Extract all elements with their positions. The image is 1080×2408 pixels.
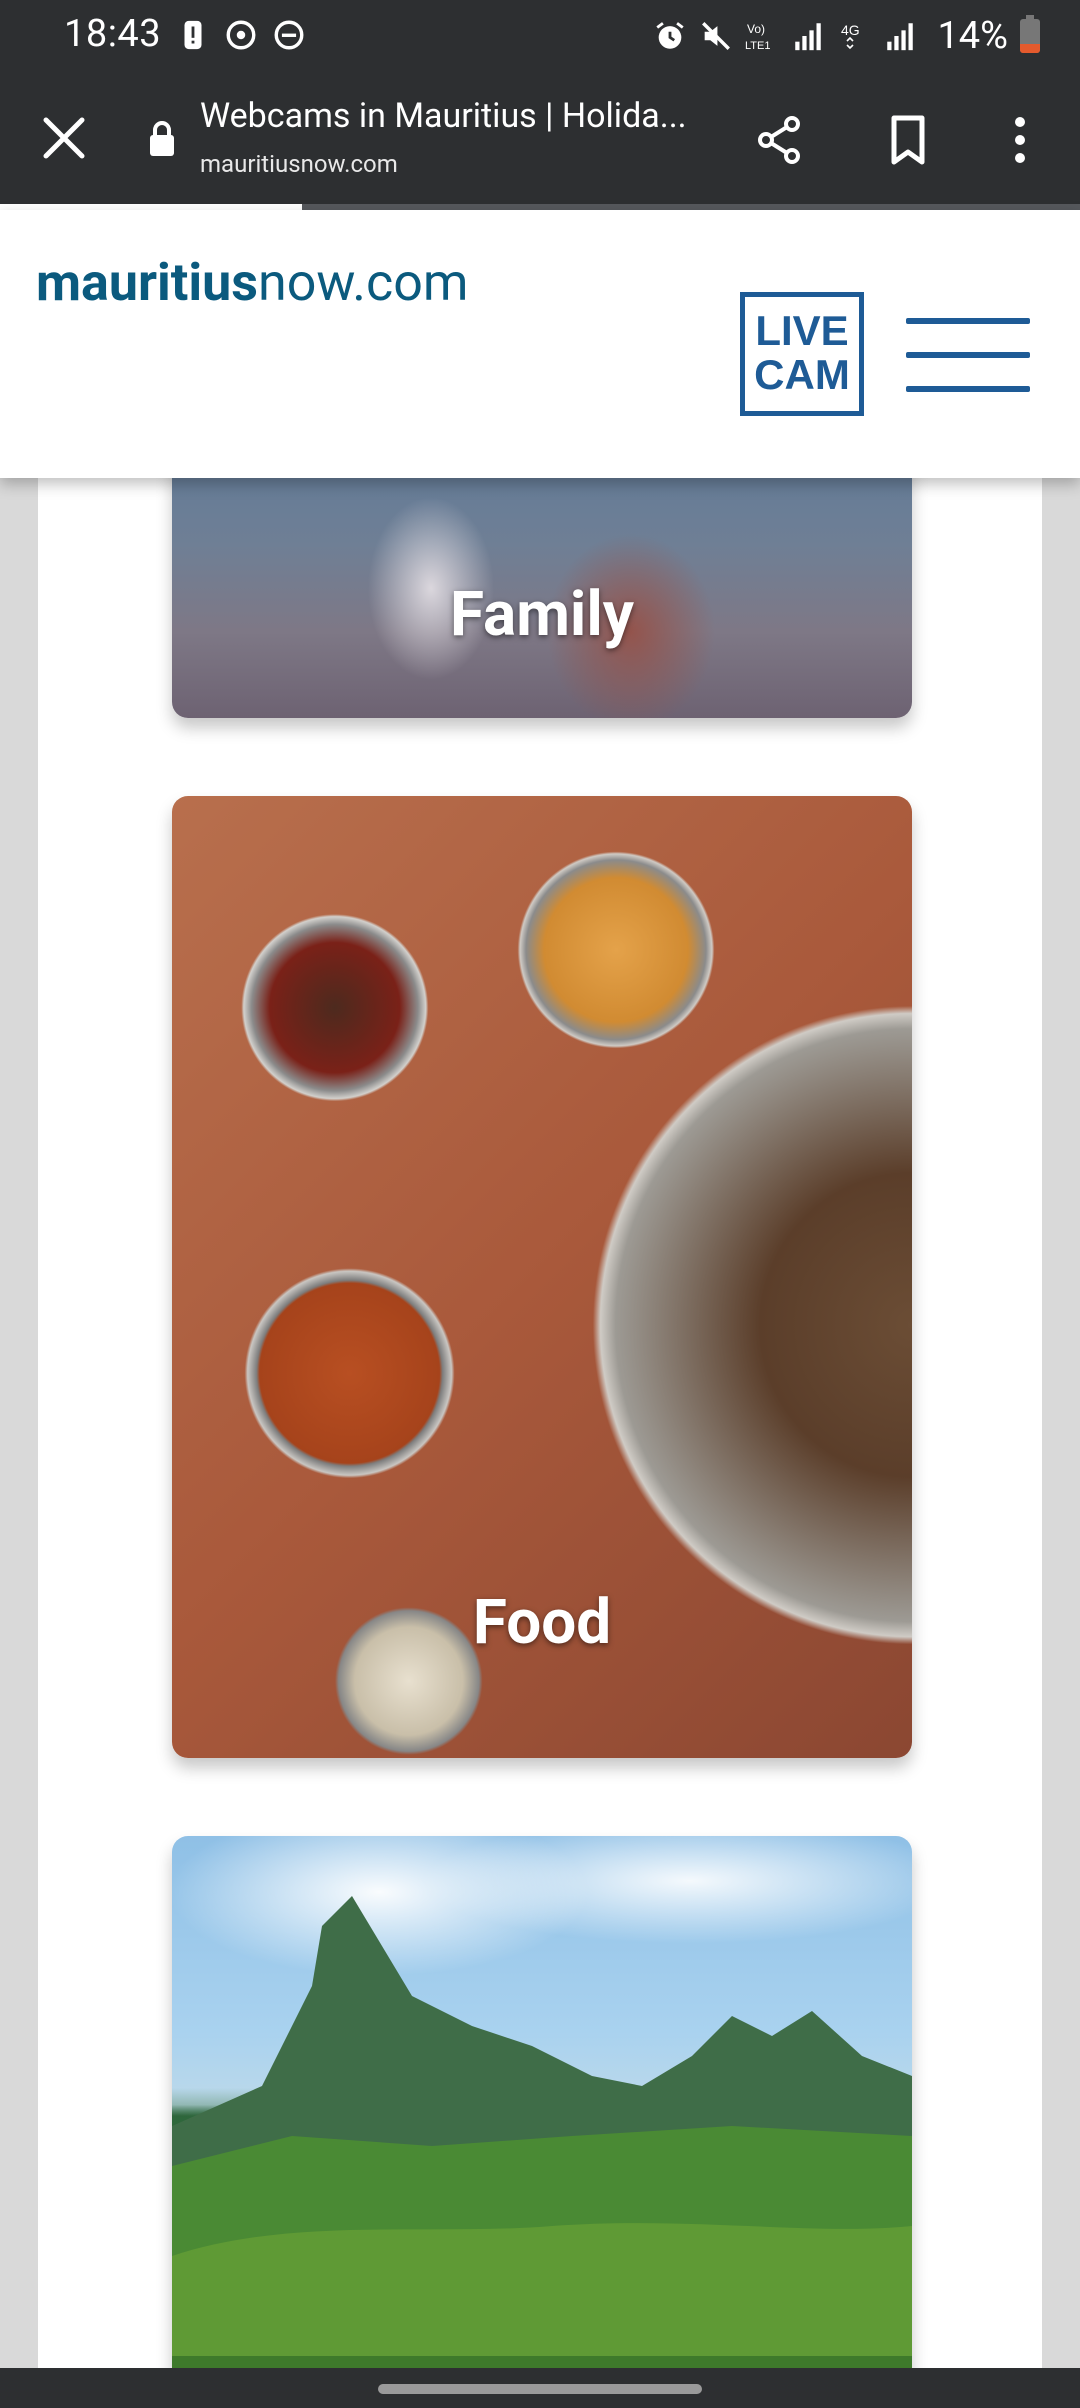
battery-icon bbox=[1020, 15, 1040, 53]
system-nav-bar bbox=[0, 2368, 1080, 2408]
livecam-line2: CAM bbox=[754, 351, 850, 398]
status-icons-left bbox=[176, 18, 306, 52]
hamburger-menu-icon[interactable] bbox=[906, 318, 1030, 398]
svg-text:Vo): Vo) bbox=[747, 22, 765, 36]
card-food[interactable]: Food bbox=[172, 796, 912, 1758]
status-bar: 18:43 Vo) LTE1 4G 14% bbox=[0, 0, 1080, 74]
browser-toolbar: Webcams in Mauritius | Holida... mauriti… bbox=[0, 74, 1080, 208]
gesture-handle[interactable] bbox=[378, 2384, 702, 2394]
battery-percent: 14% bbox=[937, 14, 1008, 58]
page-url[interactable]: mauritiusnow.com bbox=[200, 150, 398, 178]
more-options-icon[interactable] bbox=[1000, 112, 1040, 168]
signal-icon bbox=[791, 19, 825, 53]
svg-text:LTE1: LTE1 bbox=[745, 40, 770, 52]
signal-icon bbox=[883, 19, 917, 53]
card-label: Family bbox=[450, 578, 634, 651]
share-icon[interactable] bbox=[752, 112, 808, 168]
status-time: 18:43 bbox=[64, 12, 162, 56]
close-icon[interactable] bbox=[36, 110, 92, 166]
4g-icon: 4G bbox=[837, 19, 871, 53]
svg-text:4G: 4G bbox=[841, 22, 860, 38]
mountain-image bbox=[172, 1896, 912, 2396]
alert-icon bbox=[176, 18, 210, 52]
volte-icon: Vo) LTE1 bbox=[745, 19, 779, 53]
live-cam-button[interactable]: LIVE CAM bbox=[740, 292, 864, 416]
lock-icon bbox=[148, 118, 176, 158]
site-logo[interactable]: mauritiusnow.com bbox=[36, 252, 469, 313]
card-nature[interactable] bbox=[172, 1836, 912, 2396]
alarm-icon bbox=[653, 19, 687, 53]
do-not-disturb-icon bbox=[272, 18, 306, 52]
bookmark-icon[interactable] bbox=[880, 112, 936, 168]
site-header: mauritiusnow.com LIVE CAM bbox=[0, 210, 1080, 478]
sync-icon bbox=[224, 18, 258, 52]
logo-regular-text: now.com bbox=[258, 252, 469, 313]
logo-bold-text: mauritius bbox=[36, 252, 258, 313]
mute-icon bbox=[699, 19, 733, 53]
card-label: Food bbox=[472, 1586, 612, 1659]
page-title[interactable]: Webcams in Mauritius | Holida... bbox=[200, 96, 700, 136]
page-content: Family Food bbox=[38, 430, 1042, 2396]
status-icons-right: Vo) LTE1 4G 14% bbox=[653, 14, 1040, 58]
livecam-line1: LIVE bbox=[755, 307, 849, 354]
